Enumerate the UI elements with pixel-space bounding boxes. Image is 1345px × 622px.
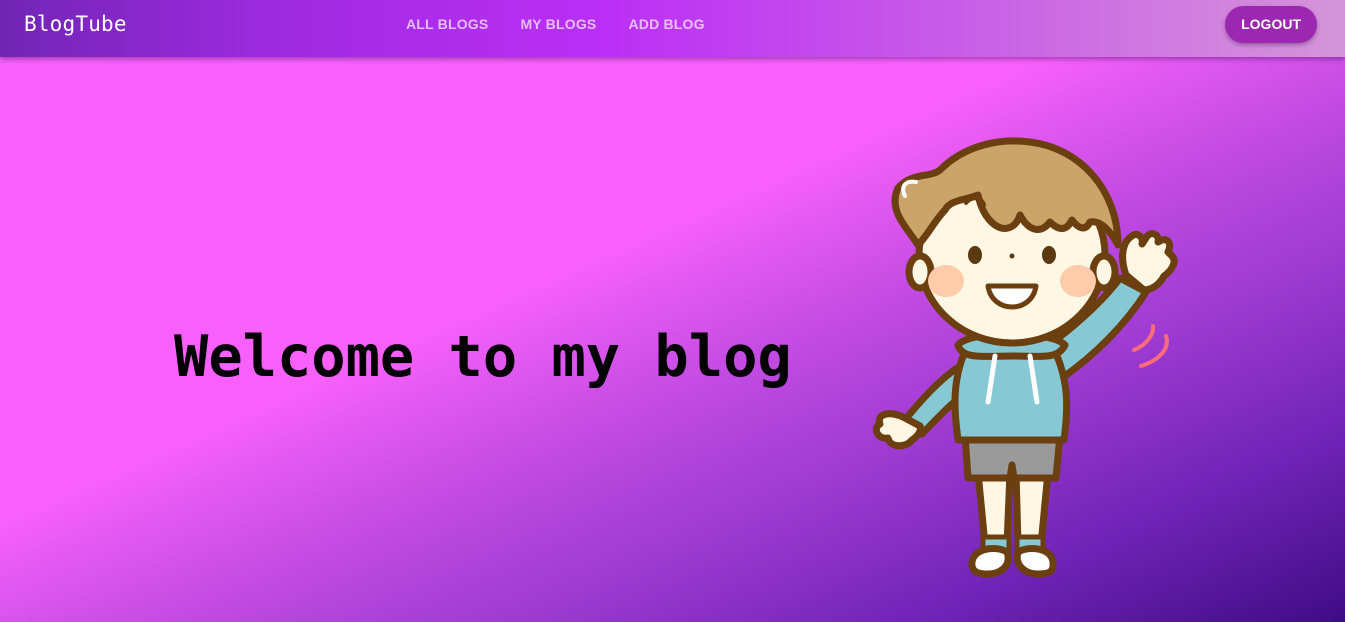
logout-button[interactable]: LOGOUT xyxy=(1225,6,1317,43)
tab-my-blogs[interactable]: MY BLOGS xyxy=(504,16,612,32)
welcome-heading: Welcome to my blog xyxy=(174,324,792,390)
tab-all-blogs[interactable]: ALL BLOGS xyxy=(390,16,504,32)
brand-title[interactable]: BlogTube xyxy=(24,12,127,36)
waving-boy-illustration xyxy=(872,137,1178,578)
top-app-bar: BlogTube ALL BLOGS MY BLOGS ADD BLOG LOG… xyxy=(0,0,1345,57)
tab-add-blog[interactable]: ADD BLOG xyxy=(612,16,720,32)
main-nav-tabs: ALL BLOGS MY BLOGS ADD BLOG xyxy=(390,0,721,48)
